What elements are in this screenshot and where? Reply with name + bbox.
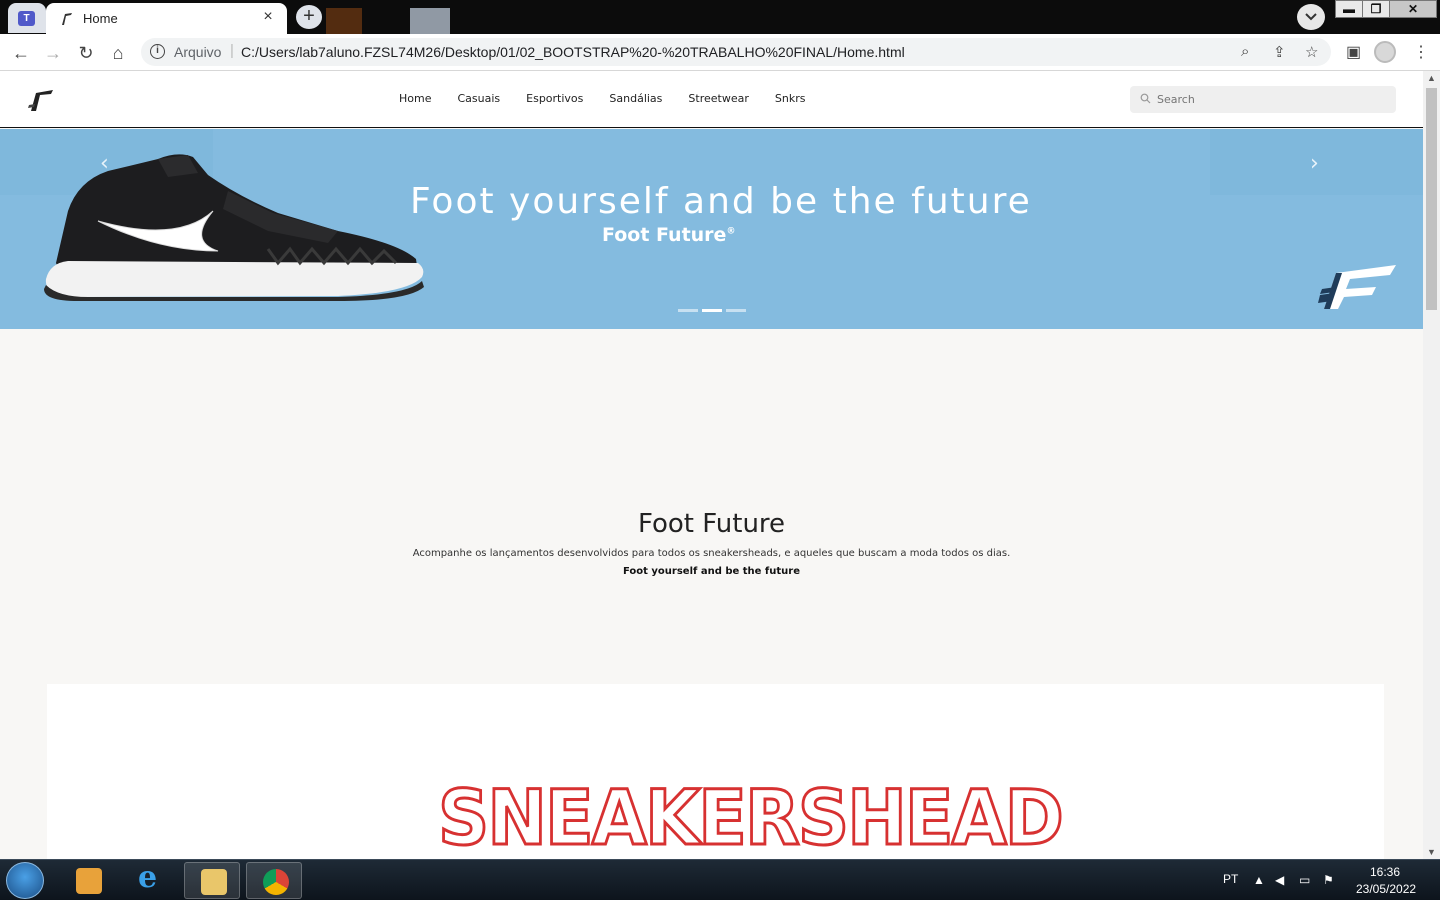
browser-toolbar: ← → ↻ ⌂ i Arquivo | C:/Users/lab7aluno.F… bbox=[0, 34, 1440, 71]
scroll-down-icon[interactable]: ▼ bbox=[1427, 847, 1436, 857]
brand-logo-icon[interactable] bbox=[27, 87, 55, 113]
carousel-indicator-active[interactable] bbox=[702, 309, 722, 312]
address-bar[interactable]: i Arquivo | C:/Users/lab7aluno.FZSL74M26… bbox=[141, 38, 1331, 66]
forward-icon[interactable]: → bbox=[42, 42, 64, 64]
language-indicator[interactable]: PT bbox=[1223, 872, 1238, 886]
site-favicon-icon bbox=[62, 13, 72, 25]
profile-avatar[interactable] bbox=[1374, 41, 1396, 63]
window-close-button[interactable]: ✕ bbox=[1389, 0, 1437, 18]
nav-link-streetwear[interactable]: Streetwear bbox=[675, 92, 761, 105]
clock-time[interactable]: 16:36 bbox=[1370, 865, 1400, 879]
about-title: Foot Future bbox=[637, 509, 786, 539]
page-viewport: Home Casuais Esportivos Sandálias Street… bbox=[0, 71, 1423, 859]
dragged-thumbnail bbox=[326, 8, 362, 34]
browser-tabstrip: T Home × + ▬ ❐ ✕ bbox=[0, 0, 1440, 34]
chevron-right-icon: › bbox=[1310, 151, 1319, 176]
site-search-box[interactable] bbox=[1130, 86, 1396, 113]
folder-icon bbox=[201, 869, 227, 895]
back-icon[interactable]: ← bbox=[10, 42, 32, 64]
clock-date[interactable]: 23/05/2022 bbox=[1356, 882, 1416, 896]
taskbar-chrome[interactable] bbox=[246, 862, 302, 899]
media-player-icon bbox=[76, 868, 102, 894]
tray-expand-icon[interactable]: ▲ bbox=[1253, 873, 1265, 887]
scheme-label: Arquivo bbox=[174, 44, 222, 60]
nav-link-snkrs[interactable]: Snkrs bbox=[762, 92, 819, 105]
url-text[interactable]: C:/Users/lab7aluno.FZSL74M26/Desktop/01/… bbox=[241, 44, 905, 60]
taskbar-internet-explorer[interactable]: e bbox=[122, 862, 178, 899]
window-minimize-button[interactable]: ▬ bbox=[1335, 0, 1363, 18]
about-text: Acompanhe os lançamentos desenvolvidos p… bbox=[412, 548, 1011, 559]
action-center-flag-icon[interactable]: ⚑ bbox=[1323, 873, 1334, 887]
nav-link-home[interactable]: Home bbox=[386, 92, 444, 105]
share-icon[interactable]: ⇪ bbox=[1273, 43, 1286, 61]
teams-icon: T bbox=[18, 11, 35, 26]
scroll-up-icon[interactable]: ▲ bbox=[1427, 73, 1436, 83]
new-tab-button[interactable]: + bbox=[296, 5, 322, 29]
network-icon[interactable]: ▭ bbox=[1299, 873, 1310, 887]
nav-link-sandalias[interactable]: Sandálias bbox=[596, 92, 675, 105]
window-maximize-button[interactable]: ❐ bbox=[1362, 0, 1390, 18]
nav-link-esportivos[interactable]: Esportivos bbox=[513, 92, 596, 105]
taskbar-media-player[interactable] bbox=[60, 862, 116, 899]
side-panel-icon[interactable]: ▣ bbox=[1346, 42, 1361, 62]
teams-tab[interactable]: T bbox=[8, 3, 46, 33]
search-icon bbox=[1140, 93, 1151, 104]
zoom-icon[interactable]: ⌕ bbox=[1241, 43, 1249, 60]
home-icon[interactable]: ⌂ bbox=[107, 42, 129, 64]
tab-search-button[interactable] bbox=[1297, 4, 1325, 30]
page-scrollbar[interactable]: ▲ ▼ bbox=[1423, 71, 1440, 859]
tab-title: Home bbox=[83, 11, 118, 26]
brand-logo-icon bbox=[1318, 265, 1396, 309]
nav-link-casuais[interactable]: Casuais bbox=[444, 92, 513, 105]
svg-text:SNEAKERSHEAD: SNEAKERSHEAD bbox=[438, 773, 1062, 851]
site-navbar: Home Casuais Esportivos Sandálias Street… bbox=[0, 71, 1423, 128]
about-slogan: Foot yourself and be the future bbox=[622, 566, 801, 577]
start-button[interactable] bbox=[6, 862, 44, 899]
info-icon[interactable]: i bbox=[150, 44, 165, 59]
chrome-icon bbox=[263, 869, 289, 895]
browser-tab-active[interactable]: Home × bbox=[46, 3, 287, 34]
ie-icon: e bbox=[138, 860, 158, 895]
reload-icon[interactable]: ↻ bbox=[75, 42, 97, 64]
hero-carousel: ‹ › Foot yourself and be the future Foot… bbox=[0, 129, 1423, 329]
carousel-next-button[interactable]: › bbox=[1210, 129, 1423, 195]
tab-close-icon[interactable]: × bbox=[259, 8, 277, 26]
bookmark-star-icon[interactable]: ☆ bbox=[1305, 43, 1318, 61]
dragged-thumbnail bbox=[410, 8, 450, 34]
carousel-indicator[interactable] bbox=[678, 309, 698, 312]
windows-taskbar: e PT ▲ ◀ ▭ ⚑ 16:36 23/05/2022 bbox=[0, 859, 1440, 900]
sneaker-image bbox=[44, 154, 424, 301]
sneakershead-heading: SNEAKERSHEAD bbox=[437, 772, 1066, 852]
scrollbar-thumb[interactable] bbox=[1426, 88, 1437, 310]
volume-icon[interactable]: ◀ bbox=[1275, 873, 1284, 887]
carousel-indicator[interactable] bbox=[726, 309, 746, 312]
chevron-down-icon bbox=[1305, 13, 1317, 21]
search-input[interactable] bbox=[1157, 86, 1387, 113]
carousel-indicators bbox=[678, 309, 746, 312]
nav-links: Home Casuais Esportivos Sandálias Street… bbox=[386, 92, 818, 105]
hero-brand: Foot Future® bbox=[602, 224, 736, 246]
hero-title: Foot yourself and be the future bbox=[410, 181, 1032, 222]
menu-kebab-icon[interactable]: ⋮ bbox=[1413, 42, 1429, 62]
url-separator: | bbox=[230, 42, 234, 59]
taskbar-file-explorer[interactable] bbox=[184, 862, 240, 899]
